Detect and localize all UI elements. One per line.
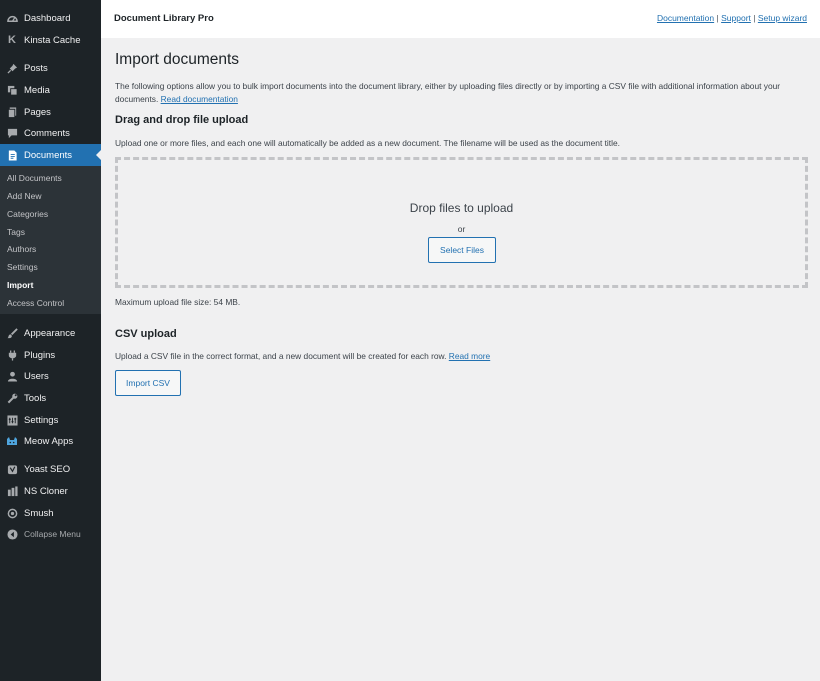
dnd-heading: Drag and drop file upload (115, 114, 249, 126)
csv-description-text: Upload a CSV file in the correct format,… (115, 351, 447, 361)
dashboard-icon (6, 12, 18, 24)
brush-icon (6, 327, 18, 339)
menu-label: Media (24, 84, 50, 96)
menu-label: Settings (24, 414, 59, 426)
menu-label: Comments (24, 127, 70, 139)
select-files-button[interactable]: Select Files (428, 237, 496, 263)
menu-comments[interactable]: Comments (0, 122, 101, 144)
menu-label: NS Cloner (24, 485, 68, 497)
menu-label: Posts (24, 62, 48, 74)
cat-icon (6, 435, 18, 447)
yoast-icon (6, 463, 18, 475)
documents-submenu: All Documents Add New Categories Tags Au… (0, 166, 101, 314)
menu-label: Tools (24, 392, 47, 404)
menu-dashboard[interactable]: Dashboard (0, 7, 101, 29)
menu-media[interactable]: Media (0, 79, 101, 101)
menu-label: Kinsta Cache (24, 34, 81, 46)
user-icon (6, 370, 18, 382)
menu-label: Users (24, 370, 49, 382)
menu-label: Meow Apps (24, 435, 74, 447)
page-title: Import documents (115, 51, 240, 68)
menu-settings[interactable]: Settings (0, 409, 101, 431)
collapse-menu-button[interactable]: Collapse Menu (0, 523, 101, 545)
drop-or-text: or (457, 224, 466, 234)
link-separator: | (753, 13, 756, 23)
menu-label: Yoast SEO (24, 463, 71, 475)
submenu-categories[interactable]: Categories (7, 209, 48, 219)
menu-pages[interactable]: Pages (0, 101, 101, 123)
read-documentation-link[interactable]: Read documentation (161, 94, 238, 104)
csv-heading: CSV upload (115, 328, 177, 340)
menu-users[interactable]: Users (0, 365, 101, 387)
menu-kinsta-cache[interactable]: K Kinsta Cache (0, 29, 101, 51)
plugin-icon (6, 349, 18, 361)
menu-label: Documents (24, 149, 73, 161)
max-upload-size: Maximum upload file size: 54 MB. (115, 297, 241, 307)
menu-meow-apps[interactable]: Meow Apps (0, 430, 101, 452)
menu-label: Smush (24, 507, 54, 519)
pages-icon (6, 106, 18, 118)
dnd-description: Upload one or more files, and each one w… (115, 138, 620, 148)
comment-icon (6, 127, 18, 139)
submenu-tags[interactable]: Tags (7, 227, 25, 237)
menu-tools[interactable]: Tools (0, 387, 101, 409)
submenu-all-documents[interactable]: All Documents (7, 173, 62, 183)
document-icon (6, 149, 18, 161)
smush-icon (6, 507, 18, 519)
import-csv-button[interactable]: Import CSV (115, 370, 181, 396)
plugin-header-bar: Document Library Pro Documentation | Sup… (101, 0, 820, 38)
menu-label: Plugins (24, 349, 56, 361)
drop-files-title: Drop files to upload (409, 201, 514, 215)
submenu-access-control[interactable]: Access Control (7, 298, 64, 308)
link-separator: | (716, 13, 719, 23)
header-links: Documentation | Support | Setup wizard (657, 13, 807, 23)
submenu-authors[interactable]: Authors (7, 244, 36, 254)
menu-label: Collapse Menu (24, 529, 81, 539)
menu-label: Appearance (24, 327, 76, 339)
documentation-link[interactable]: Documentation (657, 13, 714, 23)
submenu-import[interactable]: Import (7, 280, 33, 290)
cloner-icon (6, 485, 18, 497)
menu-label: Dashboard (24, 12, 71, 24)
csv-description: Upload a CSV file in the correct format,… (115, 351, 490, 361)
submenu-settings[interactable]: Settings (7, 262, 38, 272)
menu-ns-cloner[interactable]: NS Cloner (0, 480, 101, 502)
intro-text: The following options allow you to bulk … (115, 80, 808, 105)
read-more-link[interactable]: Read more (449, 351, 490, 361)
submenu-add-new[interactable]: Add New (7, 191, 42, 201)
admin-sidebar: Dashboard K Kinsta Cache Posts Media Pag… (0, 0, 102, 681)
menu-documents[interactable]: Documents (0, 144, 102, 166)
file-dropzone[interactable]: Drop files to upload or Select Files (115, 157, 808, 288)
collapse-icon (6, 528, 18, 540)
media-icon (6, 84, 18, 96)
setup-wizard-link[interactable]: Setup wizard (758, 13, 807, 23)
settings-icon (6, 414, 18, 426)
menu-appearance[interactable]: Appearance (0, 322, 101, 344)
support-link[interactable]: Support (721, 13, 751, 23)
pin-icon (6, 62, 18, 74)
plugin-brand: Document Library Pro (114, 13, 214, 24)
menu-label: Pages (24, 106, 51, 118)
wrench-icon (6, 392, 18, 404)
kinsta-icon: K (8, 34, 16, 46)
menu-yoast-seo[interactable]: Yoast SEO (0, 458, 101, 480)
menu-plugins[interactable]: Plugins (0, 344, 101, 366)
menu-smush[interactable]: Smush (0, 502, 101, 524)
menu-posts[interactable]: Posts (0, 57, 101, 79)
